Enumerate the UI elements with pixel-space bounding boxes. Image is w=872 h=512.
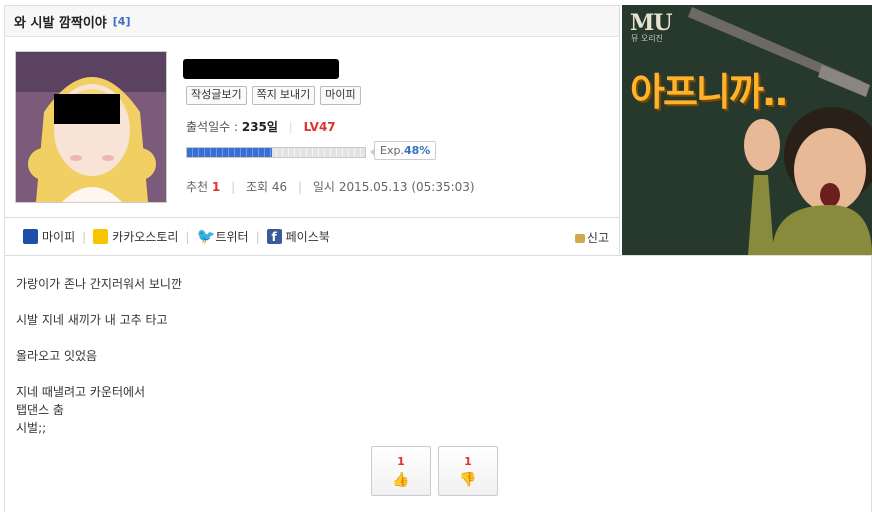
date-label: 일시: [312, 180, 335, 194]
ad-logo-sub: 뮤 오리진: [631, 34, 663, 43]
views-count: 46: [271, 180, 288, 194]
mypi-button[interactable]: 마이피: [320, 86, 361, 105]
exp-progress-bar: [186, 147, 366, 158]
share-mypi-label: 마이피: [42, 230, 76, 244]
share-bar: 마이피 | 카카오스토리 | 🐦 트위터 | f 페이스북 신고: [4, 217, 620, 255]
post-title-bar: 와 시발 깜짝이야 [4]: [4, 5, 620, 37]
share-kakao-label: 카카오스토리: [112, 230, 179, 244]
post-meta: 추천 1 | 조회 46 | 일시 2015.05.13 (05:35:03): [186, 180, 475, 194]
share-kakaostory[interactable]: 카카오스토리: [93, 228, 178, 245]
ad-banner[interactable]: MU 뮤 오리진 아프니까..: [622, 5, 872, 255]
body-line: 가랑이가 존나 간지러워서 보니깐: [16, 277, 183, 291]
mypi-icon: [23, 229, 38, 244]
profile-actions: 작성글보기 쪽지 보내기 마이피: [186, 86, 361, 105]
upvote-button[interactable]: 1 👍: [371, 446, 431, 496]
post-date: 2015.05.13 (05:35:03): [338, 180, 475, 194]
body-line: 시발 지네 새끼가 내 고추 타고: [16, 313, 168, 327]
upvote-count: 1: [397, 455, 405, 468]
attendance-value: 235일: [241, 120, 278, 134]
share-mypi[interactable]: 마이피: [23, 228, 75, 245]
send-message-button[interactable]: 쪽지 보내기: [251, 86, 316, 105]
views-label: 조회: [245, 180, 269, 194]
exp-label: Exp.: [380, 144, 404, 157]
author-profile: 작성글보기 쪽지 보내기 마이피 출석일수 : 235일 | LV47 Exp.…: [4, 37, 620, 217]
report-label: 신고: [586, 231, 609, 245]
attendance-label: 출석일수 :: [186, 120, 239, 134]
post-title: 와 시발 깜짝이야: [14, 15, 107, 31]
recommend-label: 추천: [186, 180, 209, 194]
avatar: [15, 51, 167, 203]
exp-value: 48%: [403, 144, 431, 157]
post-view: 와 시발 깜짝이야 [4] 작성글보기 쪽지 보내기 마이피 출석일수: 23…: [0, 0, 872, 512]
exp-progress-fill: [187, 148, 273, 157]
downvote-button[interactable]: 1 👎: [438, 446, 498, 496]
facebook-icon: f: [266, 229, 282, 244]
attendance-info: 출석일수 : 235일 | LV47: [186, 120, 336, 134]
body-line: 시벌;;: [16, 421, 47, 435]
avatar-censor-bar: [54, 94, 120, 124]
exp-tooltip: Exp.48%: [369, 141, 437, 160]
body-line: 탭댄스 춤: [16, 403, 64, 417]
downvote-count: 1: [464, 455, 472, 468]
twitter-icon: 🐦: [196, 227, 216, 245]
ad-headline: 아프니까..: [630, 70, 789, 114]
report-button[interactable]: 신고: [574, 229, 609, 246]
body-line: 올라오고 잇었음: [16, 349, 98, 363]
body-line: 지네 때낼려고 카운터에서: [16, 385, 146, 399]
comment-count[interactable]: [4]: [113, 15, 131, 28]
recommend-count: 1: [211, 180, 221, 194]
post-body: 가랑이가 존나 간지러워서 보니깐 시발 지네 새끼가 내 고추 타고 올라오고…: [4, 255, 872, 512]
share-twitter[interactable]: 🐦 트위터: [196, 228, 248, 245]
view-posts-button[interactable]: 작성글보기: [186, 86, 247, 105]
author-name-redacted[interactable]: [183, 59, 339, 79]
share-twitter-label: 트위터: [215, 230, 249, 244]
lock-icon: [574, 234, 585, 243]
thumbs-up-icon: 👍: [392, 472, 410, 488]
level-badge: LV47: [303, 120, 336, 134]
kakaostory-icon: [93, 229, 109, 244]
share-facebook[interactable]: f 페이스북: [266, 228, 330, 245]
thumbs-down-icon: 👎: [459, 472, 477, 488]
share-facebook-label: 페이스북: [285, 230, 330, 244]
